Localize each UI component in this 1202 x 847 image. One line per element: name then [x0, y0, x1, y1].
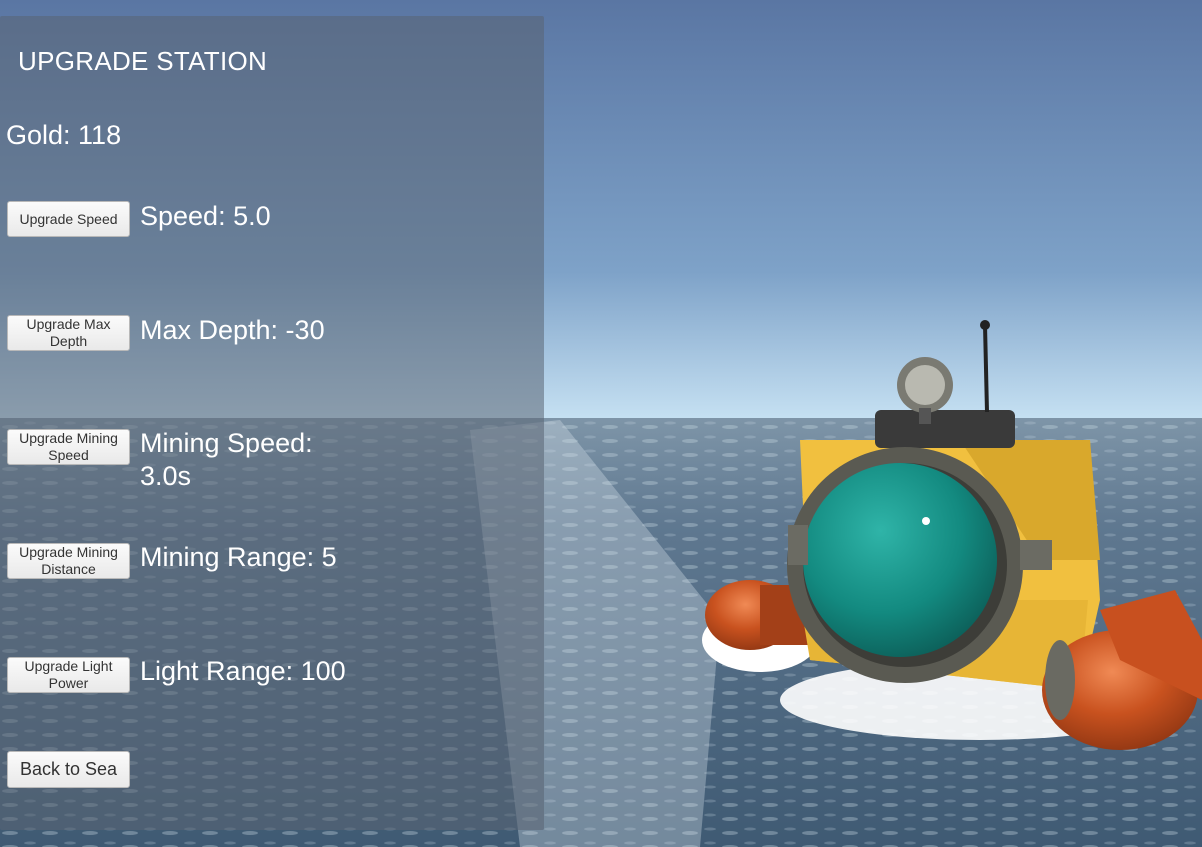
upgrade-speed-button[interactable]: Upgrade Speed: [7, 201, 130, 237]
light-range-stat: Light Range: 100: [140, 656, 346, 686]
speed-stat: Speed: 5.0: [140, 201, 271, 231]
upgrade-mining-distance-button[interactable]: Upgrade Mining Distance: [7, 543, 130, 579]
upgrade-light-power-button[interactable]: Upgrade Light Power: [7, 657, 130, 693]
upgrade-max-depth-button[interactable]: Upgrade Max Depth: [7, 315, 130, 351]
mining-range-stat: Mining Range: 5: [140, 542, 337, 572]
upgrade-mining-speed-button[interactable]: Upgrade Mining Speed: [7, 429, 130, 465]
gold-counter: Gold: 118: [6, 120, 122, 150]
upgrade-panel: UPGRADE STATION Gold: 118 Upgrade Speed …: [0, 16, 544, 830]
back-to-sea-button[interactable]: Back to Sea: [7, 751, 130, 788]
panel-title: UPGRADE STATION: [18, 46, 268, 76]
mining-speed-stat: Mining Speed: 3.0s: [140, 428, 313, 491]
max-depth-stat: Max Depth: -30: [140, 315, 325, 345]
